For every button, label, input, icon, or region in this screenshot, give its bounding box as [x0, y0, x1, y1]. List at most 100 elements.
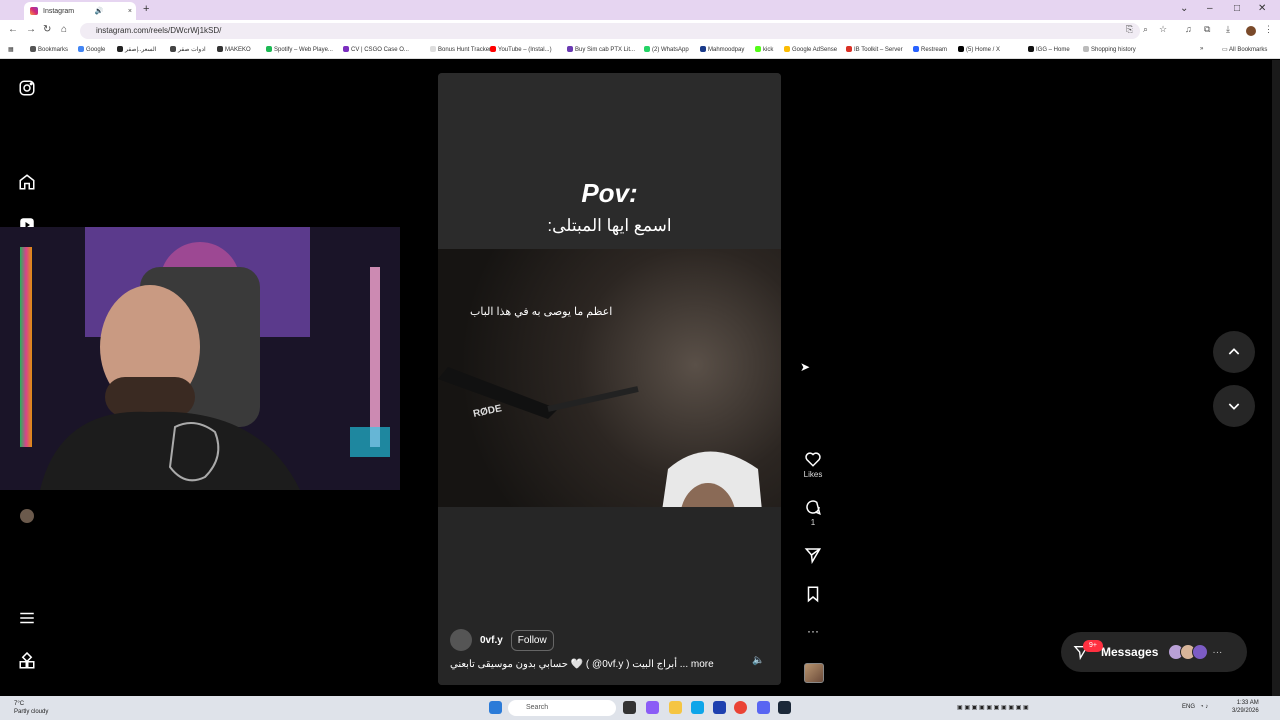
copilot-icon[interactable] — [646, 701, 659, 714]
reel-overlay-quote: اعظم ما يوصى به في هذا الباب — [470, 306, 613, 318]
share-button[interactable] — [800, 546, 826, 564]
apps-grid-icon[interactable]: ▦ — [8, 46, 14, 53]
comment-button[interactable]: 1 — [800, 498, 826, 527]
menu-kebab-icon[interactable]: ⋮ — [1264, 24, 1273, 35]
bookmark-item[interactable]: Bonus Hunt Tracker — [430, 46, 491, 53]
bookmark-item[interactable]: (5) Home / X — [958, 46, 1000, 53]
bookmark-item[interactable]: Spotify – Web Playe... — [266, 46, 333, 53]
bookmark-item[interactable]: MAKEKO — [217, 46, 251, 53]
bookmark-item[interactable]: Mahmoodpay — [700, 46, 744, 53]
bookmark-item[interactable]: (2) WhatsApp — [644, 46, 689, 53]
task-view-icon[interactable] — [623, 701, 636, 714]
start-button[interactable] — [489, 701, 502, 714]
extensions-icon[interactable]: ⧉ — [1204, 24, 1210, 35]
reel-caption[interactable]: حسابي بدون موسيقى تابعني 🤍 ( @0vf.y ) أب… — [450, 659, 750, 670]
bookmark-label: Google AdSense — [792, 47, 838, 53]
taskbar-search[interactable]: Search — [508, 700, 616, 716]
edge-icon[interactable] — [691, 701, 704, 714]
profile-avatar[interactable] — [1246, 26, 1256, 36]
reel-player[interactable]: Pov: اسمع ايها المبتلى: اعظم ما يوصى به … — [438, 73, 781, 685]
chrome-icon[interactable] — [734, 701, 747, 714]
downloads-icon[interactable]: ⤓ — [1226, 24, 1230, 35]
all-bookmarks-folder[interactable]: ▭ All Bookmarks — [1222, 46, 1267, 53]
network-volume-icons[interactable]: ◔ ♪ — [1200, 704, 1208, 710]
tab-title: Instagram — [43, 7, 75, 15]
language-indicator[interactable]: ENG — [1182, 704, 1195, 710]
page-scrollbar[interactable] — [1272, 60, 1280, 696]
bookmark-item[interactable]: Bookmarks — [30, 46, 68, 53]
bookmark-item[interactable]: Buy Sim cab PTX Lit... — [567, 46, 635, 53]
like-button[interactable]: Likes — [800, 450, 826, 479]
zoom-icon[interactable]: ⌕ — [1143, 24, 1148, 35]
bookmark-item[interactable]: CV | CSGO Case O... — [343, 46, 409, 53]
bookmarks-overflow-button[interactable]: » — [1200, 46, 1203, 52]
bookmark-item[interactable]: السعر..|صقر — [117, 46, 156, 53]
bookmark-label: Restream — [921, 47, 948, 53]
install-app-icon[interactable]: ⎘ — [1126, 24, 1133, 35]
bookmark-label: Spotify – Web Playe... — [274, 47, 333, 53]
comments-count: 1 — [810, 518, 816, 527]
close-window-button[interactable]: ✕ — [1258, 3, 1266, 14]
previous-reel-button[interactable] — [1213, 331, 1255, 373]
home-icon[interactable]: ⌂ — [61, 24, 67, 35]
profile-avatar[interactable] — [20, 509, 34, 523]
new-tab-button[interactable]: + — [143, 3, 149, 15]
tab-close-button[interactable]: × — [128, 8, 132, 15]
steam-icon[interactable] — [778, 701, 791, 714]
bookmark-item[interactable]: ادوات صقر — [170, 46, 206, 53]
more-apps-icon[interactable] — [18, 651, 36, 670]
follow-button[interactable]: Follow — [510, 629, 554, 651]
tab-instagram[interactable]: Instagram 🔊 × — [24, 2, 136, 20]
minimize-button[interactable]: – — [1207, 3, 1213, 14]
forward-arrow-icon[interactable]: → — [26, 24, 36, 35]
address-bar[interactable]: instagram.com/reels/DWcrWj1kSD/ — [80, 23, 1140, 39]
discord-icon[interactable] — [757, 701, 770, 714]
weather-desc: Partly cloudy — [14, 709, 49, 715]
back-arrow-icon[interactable]: ← — [8, 24, 18, 35]
bookmark-icon — [807, 586, 819, 603]
bookmark-label: CV | CSGO Case O... — [351, 47, 409, 53]
send-icon — [804, 548, 822, 564]
bookmark-favicon-icon — [1028, 46, 1034, 52]
bookmark-favicon-icon — [217, 46, 223, 52]
messages-button[interactable]: Messages ··· — [1061, 632, 1247, 672]
instagram-logo-icon[interactable] — [18, 79, 36, 97]
bookmark-label: Bookmarks — [38, 47, 69, 53]
tab-search-button[interactable]: ⌄ — [1180, 3, 1188, 14]
bookmark-star-icon[interactable]: ☆ — [1159, 24, 1167, 35]
file-explorer-icon[interactable] — [669, 701, 682, 714]
bookmark-item[interactable]: Restream — [913, 46, 947, 53]
media-icon[interactable]: ♫ — [1185, 24, 1192, 34]
bookmark-label: Google — [86, 47, 106, 53]
bookmark-item[interactable]: Shopping history — [1083, 46, 1136, 53]
bookmark-label: Bonus Hunt Tracker — [438, 47, 492, 53]
bookmark-item[interactable]: Google AdSense — [784, 46, 837, 53]
maximize-button[interactable]: □ — [1234, 3, 1240, 14]
next-reel-button[interactable] — [1213, 385, 1255, 427]
browser-tabstrip: Instagram 🔊 × + ⌄ – □ ✕ — [0, 0, 1280, 20]
speaker-icon[interactable]: 🔊 — [95, 7, 104, 15]
hamburger-menu-icon[interactable] — [18, 609, 36, 627]
author-username[interactable]: 0vf.y — [480, 635, 503, 646]
bookmark-favicon-icon — [1083, 46, 1089, 52]
home-icon[interactable] — [18, 173, 36, 191]
speaker-icon[interactable]: 🔈 — [752, 655, 764, 666]
author-avatar[interactable] — [450, 629, 472, 651]
save-button[interactable] — [800, 585, 826, 603]
store-icon[interactable] — [713, 701, 726, 714]
bookmark-label: Shopping history — [1091, 47, 1136, 53]
bookmark-item[interactable]: IB Toolkit – Server — [846, 46, 903, 53]
bookmark-item[interactable]: YouTube – (Instal...) — [490, 46, 552, 53]
bookmark-favicon-icon — [490, 46, 496, 52]
bookmark-item[interactable]: Google — [78, 46, 105, 53]
audio-thumbnail[interactable] — [804, 663, 824, 683]
bookmark-item[interactable]: kick — [755, 46, 773, 53]
more-options-button[interactable]: ··· — [800, 624, 826, 638]
reel-video-frame — [438, 249, 781, 679]
weather-temp: 7°C — [14, 701, 25, 707]
tray-icons[interactable]: ▣ ▣ ▣ ▣ ▣ ▣ ▣ ▣ ▣ ▣ — [957, 704, 1029, 711]
bookmark-item[interactable]: IGG – Home — [1028, 46, 1070, 53]
taskbar-clock[interactable]: 1:33 AM 3/29/2026 — [1232, 699, 1259, 715]
weather-widget[interactable]: 7°C Partly cloudy — [14, 700, 48, 716]
reload-icon[interactable]: ↻ — [43, 24, 51, 35]
